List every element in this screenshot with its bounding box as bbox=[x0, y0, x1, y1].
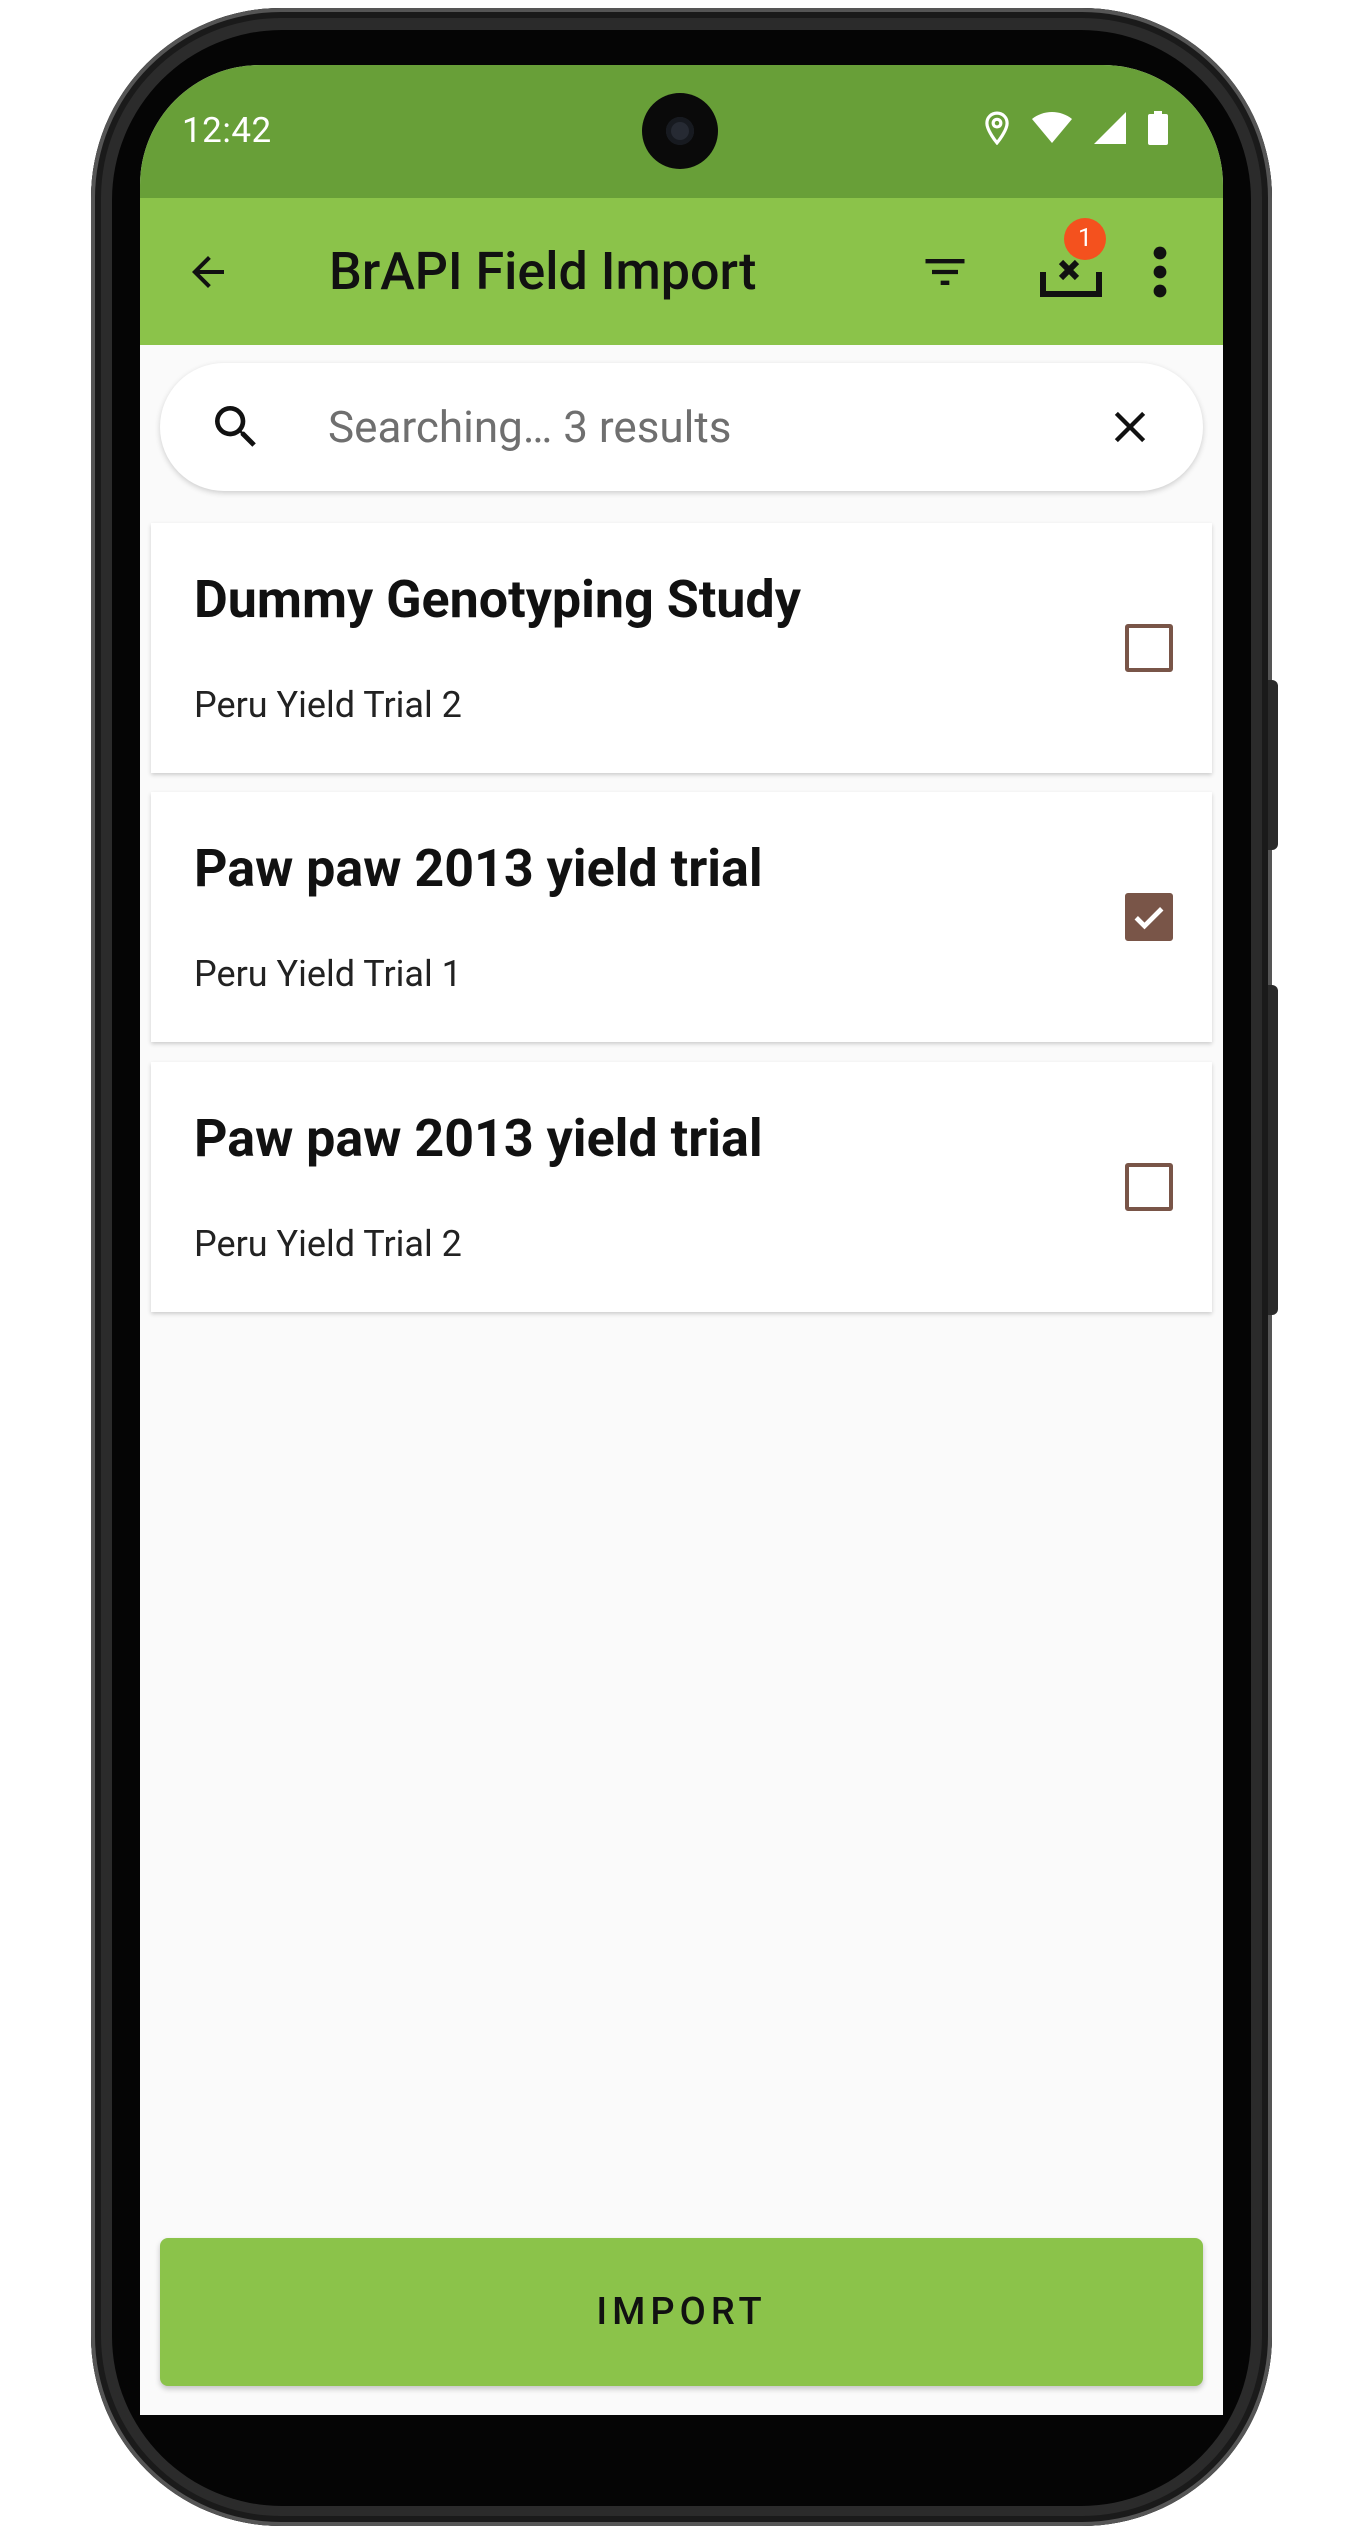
back-button[interactable] bbox=[180, 244, 236, 300]
list-item[interactable]: Paw paw 2013 yield trial Peru Yield Tria… bbox=[151, 1062, 1212, 1312]
page-title: BrAPI Field Import bbox=[329, 241, 757, 302]
front-camera bbox=[642, 93, 718, 169]
more-vert-icon bbox=[1153, 246, 1167, 298]
check-icon bbox=[1134, 907, 1164, 930]
select-checkbox[interactable] bbox=[1125, 1163, 1173, 1211]
import-button[interactable]: IMPORT bbox=[160, 2238, 1203, 2386]
app-bar: BrAPI Field Import 1 bbox=[140, 198, 1223, 345]
select-checkbox[interactable] bbox=[1125, 893, 1173, 941]
volume-button bbox=[1268, 985, 1278, 1315]
more-options-button[interactable] bbox=[1142, 242, 1178, 302]
battery-icon bbox=[1148, 111, 1168, 145]
wifi-icon bbox=[1032, 112, 1072, 144]
trial-name: Peru Yield Trial 1 bbox=[194, 953, 462, 995]
study-title: Dummy Genotyping Study bbox=[194, 569, 801, 630]
status-time: 12:42 bbox=[182, 110, 272, 151]
status-icons bbox=[984, 111, 1168, 145]
close-icon bbox=[1114, 411, 1146, 443]
trial-name: Peru Yield Trial 2 bbox=[194, 684, 462, 726]
study-title: Paw paw 2013 yield trial bbox=[194, 838, 763, 899]
cell-signal-icon bbox=[1094, 112, 1126, 144]
notification-badge: 1 bbox=[1064, 218, 1106, 260]
select-checkbox[interactable] bbox=[1125, 624, 1173, 672]
clear-search-button[interactable] bbox=[1102, 399, 1158, 455]
location-icon bbox=[984, 111, 1010, 145]
search-bar[interactable]: Searching… 3 results bbox=[160, 363, 1203, 491]
list-item[interactable]: Dummy Genotyping Study Peru Yield Trial … bbox=[151, 523, 1212, 773]
list-item[interactable]: Paw paw 2013 yield trial Peru Yield Tria… bbox=[151, 792, 1212, 1042]
search-input[interactable]: Searching… 3 results bbox=[328, 397, 731, 457]
arrow-back-icon bbox=[192, 256, 224, 288]
power-button bbox=[1268, 680, 1278, 850]
trial-name: Peru Yield Trial 2 bbox=[194, 1223, 462, 1265]
search-icon bbox=[208, 399, 264, 459]
screen: 12:42 BrAPI Field Import 1 Searching… 3 … bbox=[140, 65, 1223, 2415]
study-title: Paw paw 2013 yield trial bbox=[194, 1108, 763, 1169]
status-bar: 12:42 bbox=[140, 65, 1223, 198]
filter-icon bbox=[925, 259, 965, 285]
filter-button[interactable] bbox=[915, 242, 975, 302]
